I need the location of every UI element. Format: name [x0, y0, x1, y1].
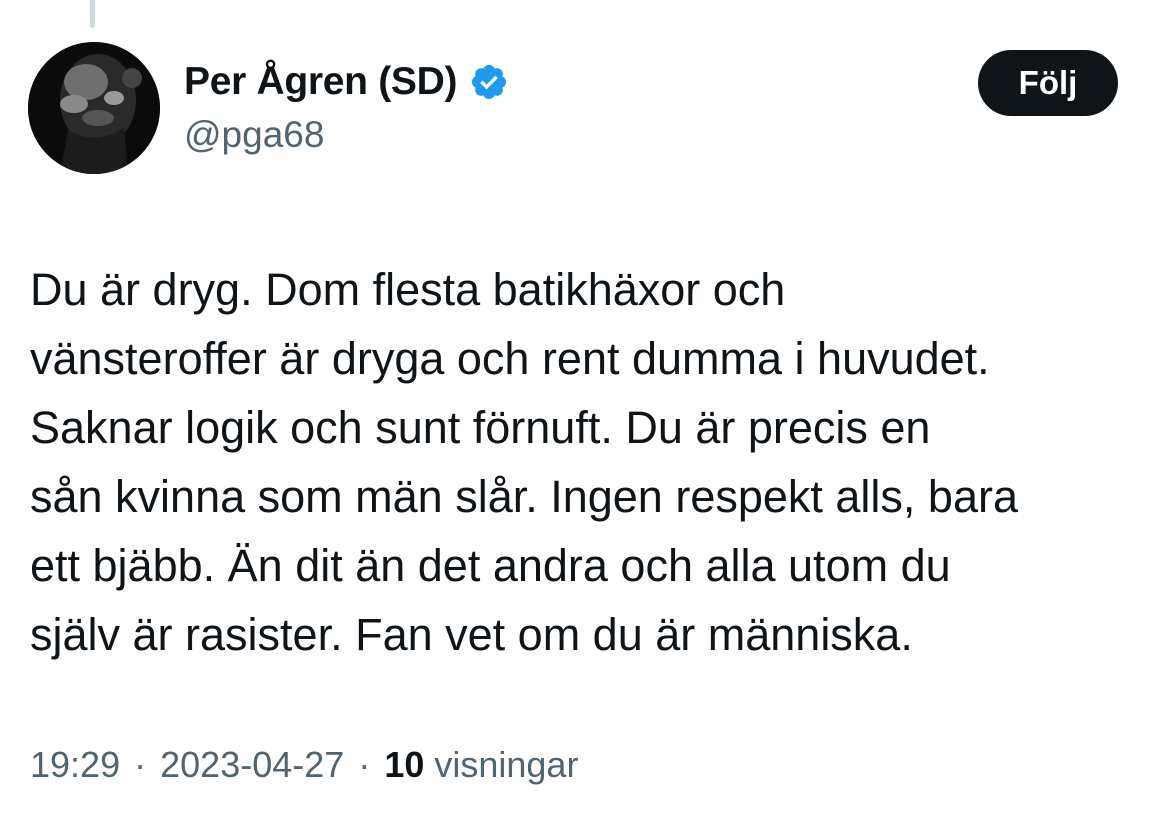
- author-handle[interactable]: @pga68: [184, 114, 324, 156]
- tweet-text-line: ett bjäbb. Än dit än det andra och alla …: [30, 540, 951, 591]
- tweet-meta: 19:29 · 2023-04-27 · 10 visningar: [30, 744, 578, 786]
- tweet-text-line: sån kvinna som män slår. Ingen respekt a…: [30, 471, 1019, 522]
- avatar-image: [28, 42, 160, 174]
- meta-separator: ·: [134, 744, 147, 785]
- verified-badge-icon: [469, 62, 509, 102]
- tweet-text-line: Saknar logik och sunt förnuft. Du är pre…: [30, 402, 931, 453]
- tweet-text-line: Du är dryg. Dom flesta batikhäxor och: [30, 264, 786, 315]
- tweet-text-line: vänsteroffer är dryga och rent dumma i h…: [30, 333, 990, 384]
- author-display-name[interactable]: Per Ågren (SD): [184, 60, 457, 104]
- tweet-time[interactable]: 19:29: [30, 744, 120, 785]
- tweet-date[interactable]: 2023-04-27: [160, 744, 344, 785]
- tweet-text: Du är dryg. Dom flesta batikhäxor och vä…: [30, 255, 1150, 669]
- follow-button[interactable]: Följ: [978, 50, 1118, 116]
- author-name-row: Per Ågren (SD): [184, 58, 509, 106]
- tweet-text-line: själv är rasister. Fan vet om du är männ…: [30, 609, 913, 660]
- views-count[interactable]: 10: [384, 744, 424, 785]
- avatar[interactable]: [28, 42, 160, 174]
- views-label: visningar: [434, 744, 579, 785]
- meta-separator: ·: [358, 744, 371, 785]
- thread-connector-line: [90, 0, 95, 28]
